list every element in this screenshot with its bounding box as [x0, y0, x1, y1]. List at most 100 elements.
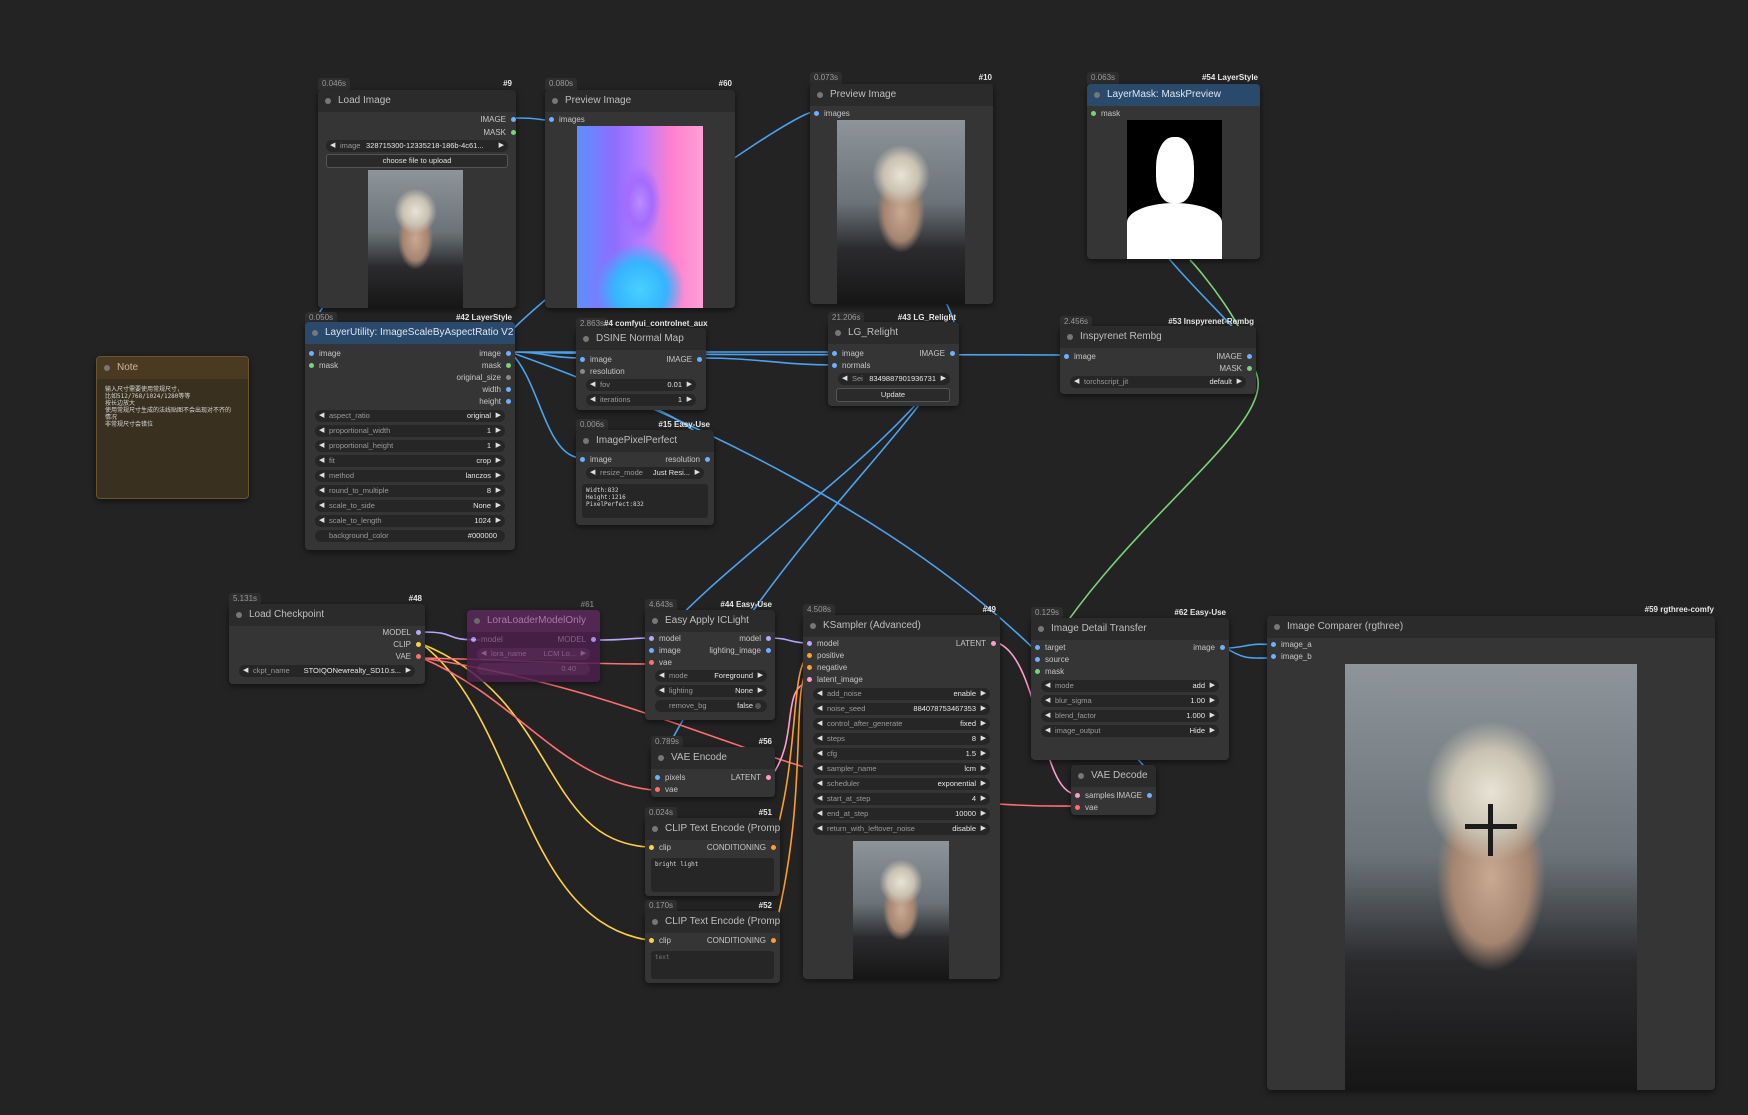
socket-pin[interactable] [1271, 654, 1276, 659]
arrow-right-icon[interactable]: ▶ [687, 379, 692, 391]
socket-pin[interactable] [549, 117, 554, 122]
arrow-right-icon[interactable]: ▶ [1210, 710, 1215, 722]
input-model[interactable]: model [649, 633, 681, 644]
arrow-left-icon[interactable]: ◀ [590, 394, 595, 406]
arrow-right-icon[interactable]: ▶ [406, 665, 411, 677]
input-image-b[interactable]: image_b [1271, 651, 1312, 662]
collapse-dot-icon[interactable] [652, 919, 658, 925]
node-lora-loader[interactable]: LoraLoaderModelOnly model MODEL ◀ lora_na… [467, 610, 600, 682]
widget-noise-seed[interactable]: ◀ noise_seed 884078753467353 ▶ [813, 703, 990, 715]
input-image[interactable]: image [649, 645, 681, 656]
toggle-icon[interactable] [755, 703, 761, 709]
input-normals[interactable]: normals [832, 360, 870, 371]
arrow-right-icon[interactable]: ▶ [981, 733, 986, 745]
arrow-left-icon[interactable]: ◀ [1045, 710, 1050, 722]
arrow-left-icon[interactable]: ◀ [319, 470, 324, 482]
widget-round-to-multiple[interactable]: ◀ round_to_multiple 8 ▶ [315, 485, 505, 497]
arrow-left-icon[interactable]: ◀ [659, 685, 664, 697]
output-original-size[interactable]: original_size [401, 372, 511, 383]
node-header[interactable]: LayerMask: MaskPreview [1087, 84, 1260, 106]
widget-torchscript-jit[interactable]: ◀ torchscript_jit default ▶ [1070, 376, 1246, 388]
socket-pin[interactable] [511, 130, 516, 135]
socket-pin[interactable] [655, 787, 660, 792]
collapse-dot-icon[interactable] [1078, 773, 1084, 779]
input-image[interactable]: image [832, 348, 864, 359]
input-target[interactable]: target [1035, 642, 1065, 653]
socket-pin[interactable] [1035, 645, 1040, 650]
collapse-dot-icon[interactable] [658, 755, 664, 761]
output-lighting-image[interactable]: lighting_image [681, 645, 771, 656]
socket-pin[interactable] [649, 938, 654, 943]
input-vae[interactable]: vae [1075, 802, 1098, 813]
widget-blur-sigma[interactable]: ◀ blur_sigma 1.00 ▶ [1041, 695, 1219, 707]
node-header[interactable]: LoraLoaderModelOnly [467, 610, 600, 632]
node-header[interactable]: ImagePixelPerfect [576, 430, 714, 452]
collapse-dot-icon[interactable] [652, 826, 658, 832]
widget-resize-mode[interactable]: ◀ resize_mode Just Resi... ▶ [586, 467, 704, 479]
socket-pin[interactable] [705, 457, 710, 462]
output-clip[interactable]: CLIP [351, 639, 421, 650]
node-header[interactable]: VAE Encode [651, 747, 775, 769]
node-dsine-normal-map[interactable]: DSINE Normal Map image resolution IMAGE … [576, 328, 706, 410]
arrow-left-icon[interactable]: ◀ [319, 485, 324, 497]
arrow-left-icon[interactable]: ◀ [319, 425, 324, 437]
socket-pin[interactable] [807, 641, 812, 646]
image-select[interactable]: ◀ image 328715300-12335218-186b-4c61... ▶ [326, 140, 508, 152]
widget-steps[interactable]: ◀ steps 8 ▶ [813, 733, 990, 745]
socket-pin[interactable] [506, 363, 511, 368]
arrow-right-icon[interactable]: ▶ [981, 703, 986, 715]
socket-pin[interactable] [649, 648, 654, 653]
arrow-right-icon[interactable]: ▶ [758, 685, 763, 697]
collapse-dot-icon[interactable] [1038, 626, 1044, 632]
node-header[interactable]: LayerUtility: ImageScaleByAspectRatio V2 [305, 322, 515, 344]
output-latent[interactable]: LATENT [926, 638, 996, 649]
input-vae[interactable]: vae [655, 784, 678, 795]
output-image[interactable]: IMAGE [632, 354, 702, 365]
node-load-checkpoint[interactable]: Load Checkpoint MODEL CLIP VAE ◀ ckpt_nam… [229, 604, 425, 684]
socket-pin[interactable] [309, 351, 314, 356]
socket-pin[interactable] [649, 636, 654, 641]
output-model[interactable]: MODEL [351, 627, 421, 638]
output-mask[interactable]: mask [401, 360, 511, 371]
arrow-left-icon[interactable]: ◀ [817, 778, 822, 790]
socket-pin[interactable] [771, 938, 776, 943]
socket-pin[interactable] [416, 654, 421, 659]
widget-return-with-leftover-noise[interactable]: ◀ return_with_leftover_noise disable ▶ [813, 823, 990, 835]
widget-seed[interactable]: ◀ Sei 83498879019367​31 ▶ [838, 373, 950, 385]
widget-proportional-width[interactable]: ◀ proportional_width 1 ▶ [315, 425, 505, 437]
socket-pin[interactable] [814, 111, 819, 116]
arrow-left-icon[interactable]: ◀ [319, 440, 324, 452]
arrow-left-icon[interactable]: ◀ [817, 718, 822, 730]
arrow-left-icon[interactable]: ◀ [243, 665, 248, 677]
output-image[interactable]: IMAGE [1102, 790, 1152, 801]
widget-scale-to-side[interactable]: ◀ scale_to_side None ▶ [315, 500, 505, 512]
node-header[interactable]: Load Image [318, 90, 516, 112]
node-header[interactable]: CLIP Text Encode (Prompt) [645, 911, 780, 933]
widget-fit[interactable]: ◀ fit crop ▶ [315, 455, 505, 467]
input-latent-image[interactable]: latent_image [807, 674, 863, 685]
node-header[interactable]: Image Comparer (rgthree) [1267, 616, 1715, 638]
input-positive[interactable]: positive [807, 650, 844, 661]
arrow-right-icon[interactable]: ▶ [981, 748, 986, 760]
input-pixels[interactable]: pixels [655, 772, 685, 783]
widget-sampler-name[interactable]: ◀ sampler_name lcm ▶ [813, 763, 990, 775]
collapse-dot-icon[interactable] [312, 330, 318, 336]
widget-fov[interactable]: ◀ fov 0.01 ▶ [586, 379, 696, 391]
socket-pin[interactable] [649, 660, 654, 665]
output-mask[interactable]: MASK [1182, 363, 1252, 374]
collapse-dot-icon[interactable] [652, 618, 658, 624]
socket-pin[interactable] [580, 369, 585, 374]
arrow-left-icon[interactable]: ◀ [330, 140, 335, 152]
graph-canvas[interactable]: Note 输入尺寸需要使用常规尺寸， 比如512/768/1024/1280等等… [0, 0, 1748, 1115]
socket-pin[interactable] [416, 642, 421, 647]
socket-pin[interactable] [991, 641, 996, 646]
node-header[interactable]: DSINE Normal Map [576, 328, 706, 350]
socket-pin[interactable] [649, 845, 654, 850]
node-note[interactable]: Note 输入尺寸需要使用常规尺寸， 比如512/768/1024/1280等等… [96, 356, 249, 499]
socket-pin[interactable] [591, 637, 596, 642]
arrow-right-icon[interactable]: ▶ [981, 823, 986, 835]
node-scale-by-aspect[interactable]: LayerUtility: ImageScaleByAspectRatio V2… [305, 322, 515, 550]
input-image-a[interactable]: image_a [1271, 639, 1312, 650]
node-header[interactable]: KSampler (Advanced) [803, 615, 1000, 637]
socket-pin[interactable] [416, 630, 421, 635]
